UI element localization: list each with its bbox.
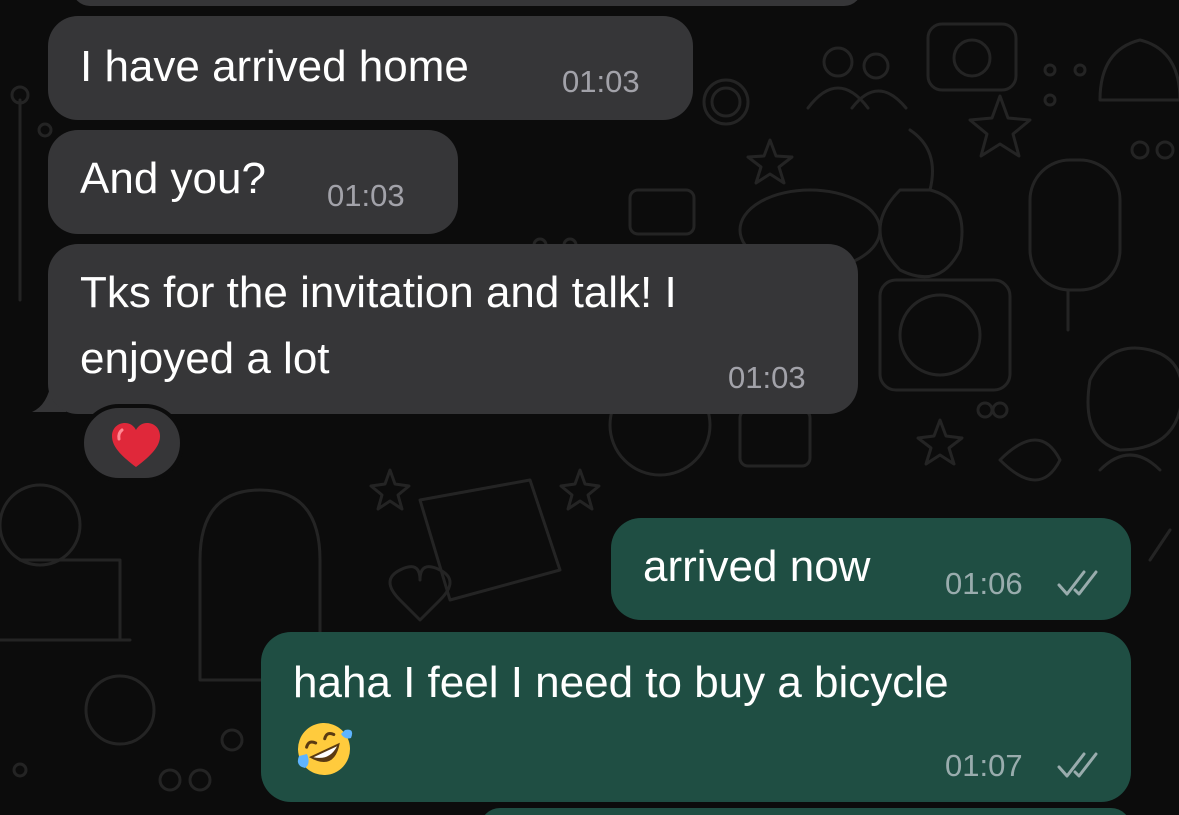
message-text: arrived now [643, 542, 871, 591]
rolling-on-floor-laughing-icon [297, 723, 353, 775]
incoming-message-bubble[interactable]: Tks for the invitation and talk! I enjoy… [48, 244, 858, 414]
message-text: I have arrived home [80, 42, 469, 91]
partial-message-bubble [480, 808, 1131, 815]
chat-conversation: I have arrived home 01:03 And you? 01:03… [0, 0, 1179, 815]
message-reaction[interactable] [80, 404, 184, 482]
message-timestamp: 01:03 [327, 178, 405, 213]
message-timestamp: 01:07 [945, 748, 1023, 783]
message-timestamp: 01:03 [562, 64, 640, 99]
red-heart-icon [112, 423, 160, 467]
incoming-message-bubble[interactable]: And you? 01:03 [48, 130, 458, 234]
message-text-line: enjoyed a lot [80, 334, 330, 383]
double-check-icon [1057, 752, 1098, 778]
message-text-line: Tks for the invitation and talk! I [80, 268, 677, 317]
message-text: And you? [80, 154, 266, 203]
outgoing-message-bubble[interactable]: arrived now 01:06 [611, 518, 1131, 620]
message-text: haha I feel I need to buy a bicycle [293, 658, 949, 707]
incoming-message-bubble[interactable]: I have arrived home 01:03 [48, 16, 693, 120]
outgoing-message-bubble[interactable]: haha I feel I need to buy a bicycle 01:0… [261, 632, 1131, 802]
partial-message-bubble [72, 0, 862, 6]
message-timestamp: 01:03 [728, 360, 806, 395]
double-check-icon [1057, 570, 1098, 596]
message-timestamp: 01:06 [945, 566, 1023, 601]
